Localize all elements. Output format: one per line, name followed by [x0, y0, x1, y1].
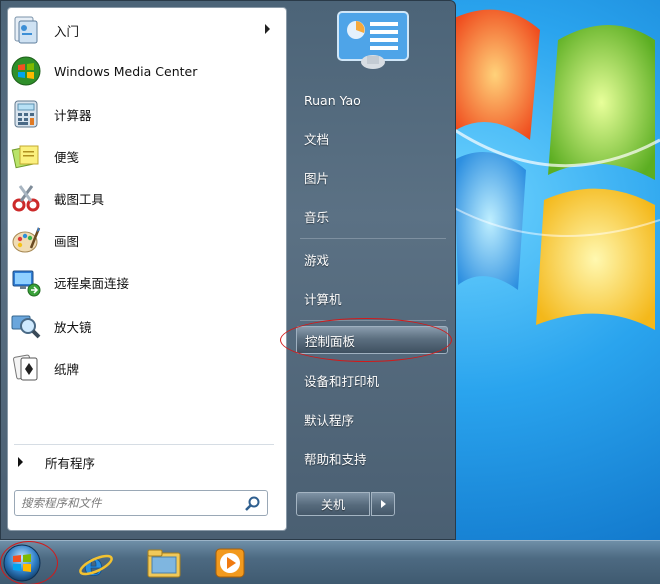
program-label: 入门 [54, 23, 80, 39]
program-item-getting-started[interactable]: 入门 [8, 10, 282, 50]
right-item-computer[interactable]: 计算机 [296, 284, 448, 312]
right-item-label: Ruan Yao [304, 92, 361, 108]
right-pane-separator [300, 320, 446, 321]
internet-explorer-icon[interactable]: e [72, 545, 120, 581]
paint-palette-icon [12, 227, 41, 253]
program-label: 纸牌 [54, 361, 80, 377]
right-item-label: 帮助和支持 [304, 451, 367, 467]
shutdown-label: 关机 [320, 497, 345, 512]
program-item-sticky-notes[interactable]: 便笺 [8, 136, 282, 176]
right-item-label: 计算机 [304, 291, 342, 307]
scissors-icon [12, 185, 40, 212]
right-item-control-panel[interactable]: 控制面板 [296, 326, 448, 354]
program-label: 计算器 [54, 107, 92, 123]
program-label: 画图 [54, 233, 80, 249]
file-explorer-icon[interactable] [140, 545, 188, 581]
search-icon[interactable] [244, 495, 262, 513]
media-player-icon[interactable] [206, 545, 254, 581]
program-label: 截图工具 [54, 191, 105, 207]
program-item-remote-desktop[interactable]: 远程桌面连接 [8, 262, 282, 302]
program-label: 远程桌面连接 [54, 275, 130, 291]
search-box[interactable] [14, 490, 268, 516]
right-item-documents[interactable]: 文档 [296, 124, 448, 152]
magnifier-icon [11, 315, 41, 339]
right-item-label: 控制面板 [305, 333, 356, 349]
program-label: Windows Media Center [54, 63, 198, 79]
right-item-label: 音乐 [304, 209, 330, 225]
user-account-picture-icon[interactable] [336, 10, 410, 72]
right-item-label: 图片 [304, 170, 330, 186]
getting-started-icon [14, 16, 38, 44]
sticky-notes-icon [11, 145, 39, 169]
program-item-media-center[interactable]: Windows Media Center [8, 51, 282, 91]
right-item-label: 设备和打印机 [304, 373, 380, 389]
right-item-pictures[interactable]: 图片 [296, 163, 448, 191]
right-item-default-programs[interactable]: 默认程序 [296, 405, 448, 433]
right-item-help-support[interactable]: 帮助和支持 [296, 444, 448, 472]
program-item-calculator[interactable]: 计算器 [8, 94, 282, 134]
expand-arrow-icon [18, 457, 23, 467]
solitaire-cards-icon [13, 354, 38, 381]
right-item-label: 默认程序 [304, 412, 355, 428]
program-label: 放大镜 [54, 319, 92, 335]
right-pane-separator [300, 238, 446, 239]
programs-separator [14, 444, 274, 445]
program-item-magnifier[interactable]: 放大镜 [8, 306, 282, 346]
taskbar: e [0, 540, 660, 584]
calculator-icon [14, 100, 38, 128]
all-programs-label: 所有程序 [45, 455, 96, 471]
submenu-arrow-icon[interactable] [265, 24, 270, 34]
search-input[interactable] [21, 494, 241, 512]
media-center-icon [11, 56, 41, 86]
right-item-games[interactable]: 游戏 [296, 245, 448, 273]
right-item-label: 游戏 [304, 252, 330, 268]
program-item-paint[interactable]: 画图 [8, 220, 282, 260]
remote-desktop-icon [12, 270, 41, 297]
shutdown-options-button[interactable] [371, 492, 395, 516]
right-item-music[interactable]: 音乐 [296, 202, 448, 230]
chevron-right-icon [380, 500, 386, 508]
all-programs-button[interactable]: 所有程序 [12, 452, 274, 472]
windows-logo-wallpaper-icon [440, 9, 660, 330]
right-item-devices-printers[interactable]: 设备和打印机 [296, 366, 448, 394]
program-item-snipping-tool[interactable]: 截图工具 [8, 178, 282, 218]
right-item-user-folder[interactable]: Ruan Yao [296, 86, 448, 114]
program-label: 便笺 [54, 149, 80, 165]
right-item-label: 文档 [304, 131, 330, 147]
annotation-highlight-ring [0, 541, 58, 584]
shutdown-button[interactable]: 关机 [296, 492, 370, 516]
program-item-solitaire[interactable]: 纸牌 [8, 348, 282, 388]
